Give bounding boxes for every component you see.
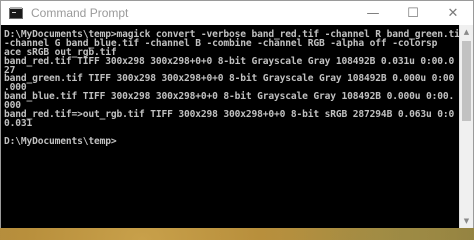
scroll-up-arrow-icon[interactable]: ▲: [460, 25, 473, 39]
command-prompt-window: Command Prompt — ☐ ✕ D:\MyDocuments\temp…: [0, 0, 474, 228]
console-line: band_green.tif TIFF 300x298 300x298+0+0 …: [4, 73, 455, 85]
window-title: Command Prompt: [31, 6, 129, 20]
vertical-scrollbar[interactable]: ▲ ▼: [459, 25, 473, 228]
minimize-button[interactable]: —: [353, 1, 393, 25]
console-line: 0.031: [4, 117, 33, 129]
maximize-button[interactable]: ☐: [393, 1, 433, 25]
scroll-thumb[interactable]: [462, 41, 471, 121]
window-controls: — ☐ ✕: [353, 1, 473, 25]
close-button[interactable]: ✕: [433, 1, 473, 25]
console-line: band_blue.tif TIFF 300x298 300x298+0+0 8…: [4, 91, 455, 103]
console-lines: D:\MyDocuments\temp>magick convert -verb…: [1, 25, 459, 147]
console-output[interactable]: D:\MyDocuments\temp>magick convert -verb…: [1, 25, 459, 228]
console-line: D:\MyDocuments\temp>: [4, 135, 117, 147]
command-prompt-icon[interactable]: [9, 6, 23, 19]
console-line: band_red.tif TIFF 300x298 300x298+0+0 8-…: [4, 55, 455, 67]
title-bar[interactable]: Command Prompt — ☐ ✕: [1, 1, 473, 25]
scroll-down-arrow-icon[interactable]: ▼: [460, 214, 473, 228]
console-line: band_red.tif=>out_rgb.tif TIFF 300x298 3…: [4, 109, 455, 121]
